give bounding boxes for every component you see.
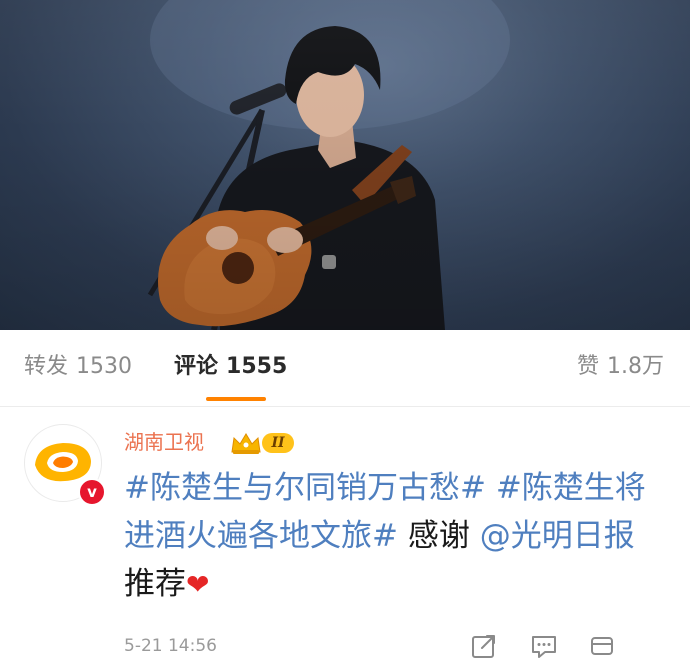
tab-repost[interactable]: 转发 1530: [24, 352, 132, 382]
tab-repost-label: 转发: [24, 354, 69, 379]
comment-timestamp: 5-21 14:56: [124, 636, 217, 656]
like-icon: [591, 637, 613, 655]
crown-icon: [231, 433, 261, 454]
tab-comment[interactable]: 评论 1555: [174, 352, 287, 382]
hashtag-link[interactable]: #陈楚生与尔同销万古愁#: [124, 470, 486, 506]
mention-link[interactable]: @光明日报: [480, 518, 635, 554]
comment-text-segment: 感谢: [407, 518, 470, 554]
tab-like[interactable]: 赞 1.8万: [577, 352, 664, 382]
tab-like-label: 赞: [576, 354, 599, 379]
heart-emoji-icon: ❤: [186, 568, 210, 601]
tab-comment-label: 评论: [174, 354, 219, 379]
share-button[interactable]: [470, 632, 498, 660]
weibo-post-detail: 转发 1530 评论 1555 赞 1.8万 v 湖南卫视 II #陈楚生与尔同销万古…: [0, 0, 690, 671]
tab-like-count: 1.8万: [607, 354, 664, 379]
active-tab-indicator: [206, 397, 266, 401]
section-divider: [0, 406, 690, 407]
reply-button[interactable]: [530, 632, 558, 660]
verified-badge: v: [78, 478, 106, 506]
performer-illustration: [147, 0, 510, 330]
tab-comment-count: 1555: [226, 354, 288, 379]
post-image[interactable]: [0, 0, 690, 330]
comment-username[interactable]: 湖南卫视: [124, 428, 204, 456]
like-button[interactable]: [588, 632, 616, 660]
vip-level: II: [262, 433, 294, 453]
tab-repost-count: 1530: [76, 354, 133, 379]
vip-badge[interactable]: II: [230, 430, 298, 456]
share-icon: [472, 635, 495, 658]
comment-icon: [532, 636, 556, 658]
comment-text-segment: 推荐: [124, 566, 186, 602]
comment-text: #陈楚生与尔同销万古愁# #陈楚生将进酒火遍各地文旅# 感谢 @光明日报 推荐❤: [124, 464, 664, 609]
engagement-tabs: 转发 1530 评论 1555 赞 1.8万: [0, 330, 690, 406]
